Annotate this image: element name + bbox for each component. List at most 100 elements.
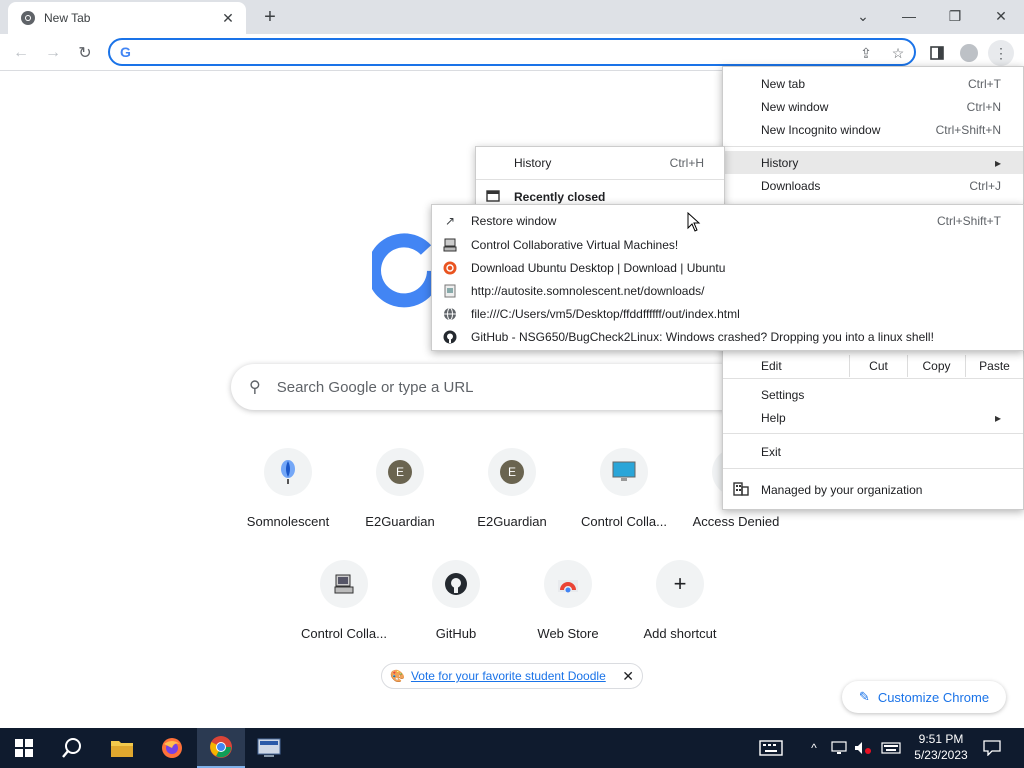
- address-bar[interactable]: G ⇪ ☆: [108, 38, 916, 66]
- menu-item-downloads[interactable]: Downloads Ctrl+J: [723, 174, 1023, 197]
- list-item[interactable]: file:///C:/Users/vm5/Desktop/ffddffffff/…: [432, 302, 1023, 325]
- chevron-right-icon: ▸: [994, 410, 1001, 425]
- shortcut-label: E2Guardian: [477, 514, 547, 529]
- volume-muted-icon[interactable]: [852, 728, 874, 768]
- shortcut-label: Web Store: [537, 626, 599, 641]
- computer-icon: [320, 560, 368, 608]
- plus-icon: +: [656, 560, 704, 608]
- shortcut-label: Control Colla...: [581, 514, 667, 529]
- new-tab-button[interactable]: +: [258, 6, 282, 28]
- list-item[interactable]: http://autosite.somnolescent.net/downloa…: [432, 279, 1023, 302]
- add-shortcut-button[interactable]: + Add shortcut: [624, 552, 736, 664]
- search-placeholder: Search Google or type a URL: [276, 378, 474, 396]
- shortcut-tile[interactable]: Web Store: [512, 552, 624, 664]
- shortcut-tile[interactable]: E E2Guardian: [456, 440, 568, 552]
- list-item[interactable]: Download Ubuntu Desktop | Download | Ubu…: [432, 256, 1023, 279]
- menu-item-new-window[interactable]: New window Ctrl+N: [723, 95, 1023, 118]
- remote-app-icon[interactable]: [245, 728, 293, 768]
- doodle-promo: 🎨 Vote for your favorite student Doodle …: [381, 663, 643, 689]
- back-button[interactable]: ←: [8, 40, 34, 66]
- search-taskbar-icon[interactable]: [48, 728, 96, 768]
- history-submenu: History Ctrl+H Recently closed: [475, 146, 725, 206]
- share-icon[interactable]: ⇪: [856, 43, 876, 63]
- menu-item-exit[interactable]: Exit: [723, 440, 1023, 463]
- shortcut-label: Control Colla...: [301, 626, 387, 641]
- list-item[interactable]: Control Collaborative Virtual Machines!: [432, 233, 1023, 256]
- menu-edit-row: Edit Cut Copy Paste: [723, 355, 1023, 377]
- restore-button[interactable]: ❐: [932, 0, 978, 32]
- window-icon: [486, 190, 500, 205]
- github-icon: [442, 329, 458, 345]
- submenu-item-history[interactable]: History Ctrl+H: [476, 151, 726, 174]
- tab-search-icon[interactable]: ⌄: [840, 0, 886, 32]
- menu-item-settings[interactable]: Settings: [723, 383, 1023, 406]
- menu-cut-button[interactable]: Cut: [849, 355, 907, 377]
- tab-new-tab[interactable]: New Tab ✕: [8, 2, 246, 34]
- menu-paste-button[interactable]: Paste: [965, 355, 1023, 377]
- close-window-button[interactable]: ✕: [978, 0, 1024, 32]
- shortcut-tile[interactable]: Control Colla...: [288, 552, 400, 664]
- side-panel-icon[interactable]: [924, 40, 950, 66]
- virtual-keyboard-icon[interactable]: [756, 728, 786, 768]
- menu-item-new-incognito[interactable]: New Incognito window Ctrl+Shift+N: [723, 118, 1023, 141]
- profile-avatar[interactable]: [956, 40, 982, 66]
- notification-icon[interactable]: [978, 728, 1006, 768]
- clock-date: 5/23/2023: [914, 748, 968, 762]
- shortcut-label: Access Denied: [692, 514, 780, 529]
- chrome-favicon-icon: [21, 11, 35, 25]
- ubuntu-icon: [442, 260, 458, 276]
- shortcut-tile[interactable]: E E2Guardian: [344, 440, 456, 552]
- list-item[interactable]: ↗ Restore window Ctrl+Shift+T: [432, 209, 1023, 232]
- pencil-icon: ✎: [858, 689, 870, 704]
- network-icon[interactable]: [828, 728, 850, 768]
- chevron-up-icon[interactable]: ^: [804, 728, 824, 768]
- letter-avatar-icon: E: [388, 460, 412, 484]
- chrome-taskbar-icon[interactable]: [197, 728, 245, 768]
- tab-close-icon[interactable]: ✕: [220, 10, 236, 26]
- shortcut-label: Add shortcut: [643, 626, 717, 641]
- customize-chrome-button[interactable]: ✎ Customize Chrome: [842, 681, 1006, 713]
- recently-closed-list: ↗ Restore window Ctrl+Shift+T Control Col…: [431, 204, 1024, 351]
- firefox-icon[interactable]: [148, 728, 196, 768]
- open-window-icon: ↗: [444, 213, 456, 228]
- menu-copy-button[interactable]: Copy: [907, 355, 965, 377]
- keyboard-icon[interactable]: [878, 728, 904, 768]
- shortcut-tile[interactable]: Somnolescent: [232, 440, 344, 552]
- forward-button[interactable]: →: [40, 40, 66, 66]
- taskbar-clock[interactable]: 9:51 PM 5/23/2023: [906, 731, 976, 763]
- chevron-right-icon: ▸: [994, 155, 1001, 170]
- file-explorer-icon[interactable]: [98, 728, 146, 768]
- start-button[interactable]: [0, 728, 48, 768]
- building-icon: [733, 482, 749, 499]
- mouse-cursor-icon: [687, 212, 701, 232]
- reload-button[interactable]: ↻: [72, 40, 98, 66]
- shortcut-label: Somnolescent: [246, 514, 330, 529]
- customize-chrome-label: Customize Chrome: [877, 689, 990, 705]
- doodle-link[interactable]: Vote for your favorite student Doodle: [411, 669, 606, 683]
- menu-item-new-tab[interactable]: New tab Ctrl+T: [723, 72, 1023, 95]
- computer-icon: [442, 237, 458, 253]
- doodle-close-icon[interactable]: ✕: [622, 668, 634, 685]
- shortcut-label: E2Guardian: [365, 514, 435, 529]
- list-item[interactable]: GitHub - NSG650/BugCheck2Linux: Windows …: [432, 325, 1023, 348]
- shortcut-label: GitHub: [435, 626, 477, 641]
- balloon-icon: [264, 448, 312, 496]
- menu-item-help[interactable]: Help ▸: [723, 406, 1023, 429]
- shortcut-tile[interactable]: GitHub: [400, 552, 512, 664]
- github-icon: [432, 560, 480, 608]
- search-input[interactable]: ⚲ Search Google or type a URL: [231, 364, 791, 410]
- menu-item-managed[interactable]: Managed by your organization: [723, 478, 1023, 501]
- clock-time: 9:51 PM: [918, 732, 964, 746]
- page-icon: [442, 283, 458, 299]
- globe-icon: [442, 306, 458, 322]
- letter-avatar-icon: E: [500, 460, 524, 484]
- shortcut-tile[interactable]: Control Colla...: [568, 440, 680, 552]
- chrome-menu-icon[interactable]: ⋮: [988, 40, 1014, 66]
- bookmark-star-icon[interactable]: ☆: [888, 43, 908, 63]
- google-g-icon: G: [120, 44, 131, 60]
- menu-item-history[interactable]: History ▸: [723, 151, 1023, 174]
- search-icon: ⚲: [249, 379, 261, 396]
- menu-edit-label: Edit: [761, 359, 782, 373]
- tab-title: New Tab: [44, 11, 91, 25]
- minimize-button[interactable]: —: [886, 0, 932, 32]
